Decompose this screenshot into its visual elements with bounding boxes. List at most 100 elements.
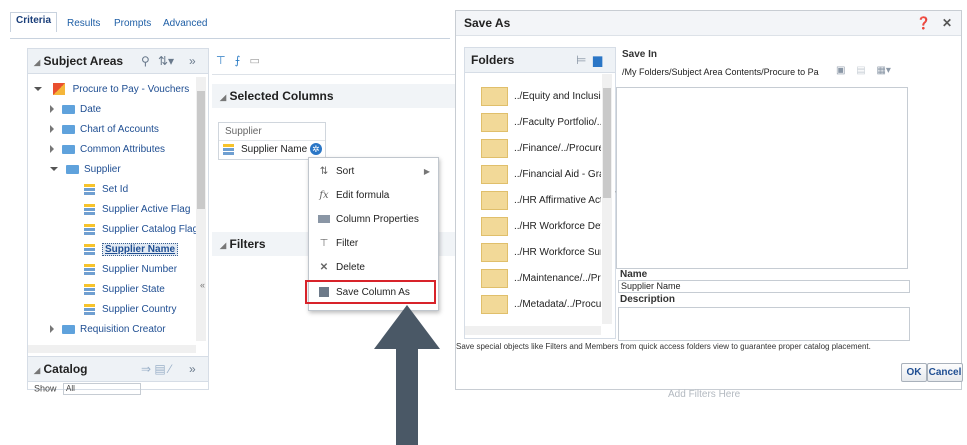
catalog-show-select[interactable]: All — [63, 383, 142, 395]
folder-icon — [481, 268, 508, 288]
tree-column-set-id[interactable]: Set Id — [84, 181, 128, 199]
properties-toolbar-icon[interactable]: ▭ — [249, 55, 259, 67]
save-icon — [317, 281, 331, 305]
tree-column-supplier-number[interactable]: Supplier Number — [84, 261, 177, 279]
column-group-label: Supplier — [219, 123, 325, 141]
close-icon[interactable]: ✕ — [942, 11, 952, 35]
tree-horizontal-scrollbar[interactable] — [28, 345, 196, 353]
folder-icon — [481, 112, 508, 132]
new-folder-icon[interactable]: ▣ — [836, 65, 845, 76]
folder-item[interactable]: ../Financial Aid - Grad — [481, 164, 601, 186]
criteria-tab-bar: Criteria Results Prompts Advanced — [10, 12, 450, 39]
name-input[interactable]: Supplier Name — [618, 280, 910, 293]
expand-icon[interactable] — [34, 87, 42, 92]
menu-item-column-properties[interactable]: Column Properties — [309, 208, 438, 232]
tree-item-date[interactable]: Date — [50, 101, 101, 119]
tree-column-supplier-name[interactable]: Supplier Name — [84, 241, 179, 259]
collapse-icon[interactable]: ◢ — [34, 366, 40, 375]
gear-icon[interactable]: ✲ — [309, 143, 322, 156]
folder-item[interactable]: ../Maintenance/../Proce — [481, 268, 601, 290]
expand-icon[interactable] — [50, 125, 54, 134]
folder-item[interactable]: ../HR Affirmative Actio — [481, 190, 601, 212]
tree-item-procure-to-pay[interactable]: Procure to Pay - Vouchers — [34, 81, 189, 99]
tree-column-supplier-active-flag[interactable]: Supplier Active Flag — [84, 201, 190, 219]
view-options-icon[interactable]: ▦▾ — [876, 65, 890, 76]
menu-item-edit-formula[interactable]: fx Edit formula — [309, 184, 438, 208]
tree-item-requisition-creator[interactable]: Requisition Creator — [50, 321, 166, 339]
menu-item-sort[interactable]: ⇅ Sort ▶ — [309, 160, 438, 184]
sort-icon[interactable]: ⇅▾ — [158, 49, 174, 73]
scrollbar-thumb[interactable] — [603, 88, 611, 198]
tree-item-common-attributes[interactable]: Common Attributes — [50, 141, 165, 159]
folders-header: Folders ⊨ ▆ — [465, 48, 615, 73]
menu-item-delete[interactable]: ✕ Delete — [309, 256, 438, 280]
search-icon[interactable]: ⚲ — [141, 49, 150, 73]
expand-right-icon[interactable]: » — [189, 357, 196, 381]
cancel-button[interactable]: Cancel — [927, 363, 963, 382]
expand-icon[interactable] — [50, 105, 54, 114]
folder-item[interactable]: ../HR Workforce Summ — [481, 242, 601, 264]
save-in-toolbar: ▣ ▤ ▦▾ — [836, 65, 891, 76]
save-in-path[interactable]: /My Folders/Subject Area Contents/Procur… — [622, 65, 832, 79]
ok-button[interactable]: OK — [901, 363, 927, 382]
expand-right-icon[interactable]: » — [189, 49, 196, 73]
folder-icon — [62, 124, 75, 134]
catalog-toolbar-icons[interactable]: ⇒ ▤ ⁄ — [141, 357, 171, 381]
tree-item-supplier[interactable]: Supplier — [50, 161, 121, 179]
column-icon — [84, 203, 95, 215]
tree-column-supplier-state[interactable]: Supplier State — [84, 281, 165, 299]
help-icon[interactable]: ❓ — [916, 11, 931, 35]
folders-horizontal-scrollbar[interactable] — [465, 326, 601, 335]
selected-columns-header: ◢ Selected Columns — [212, 84, 460, 108]
new-folder-icon[interactable]: ▆ — [593, 48, 602, 72]
collapse-icon[interactable]: ◢ — [220, 241, 226, 250]
folder-item[interactable]: ../HR Workforce Detail — [481, 216, 601, 238]
subject-tree: Procure to Pay - Vouchers Date Chart of … — [28, 75, 196, 345]
folder-item[interactable]: ../Equity and Inclusion — [481, 86, 601, 108]
tree-column-supplier-catalog-flag[interactable]: Supplier Catalog Flag — [84, 221, 196, 239]
splitter-handle[interactable]: « — [200, 280, 208, 294]
menu-item-filter[interactable]: ⊤ Filter — [309, 232, 438, 256]
tab-advanced[interactable]: Advanced — [163, 18, 207, 29]
save-as-dialog: Save As ❓ ✕ Folders ⊨ ▆ ../Equity and In… — [455, 10, 963, 390]
folder-tree-icon[interactable]: ⊨ — [576, 48, 586, 72]
tab-prompts[interactable]: Prompts — [114, 18, 151, 29]
folder-contents-area[interactable] — [616, 87, 908, 269]
folder-icon — [62, 324, 75, 334]
folder-item[interactable]: ../Metadata/../Procure — [481, 294, 601, 316]
dialog-note: Save special objects like Filters and Me… — [456, 342, 871, 351]
arrow-shape — [374, 305, 440, 445]
column-icon — [84, 223, 95, 235]
collapse-icon[interactable]: ◢ — [220, 93, 226, 102]
column-context-menu: ⇅ Sort ▶ fx Edit formula Column Properties… — [305, 157, 439, 311]
properties-icon — [317, 208, 331, 232]
delete-folder-icon[interactable]: ▤ — [856, 65, 865, 76]
menu-item-save-column-as[interactable]: Save Column As — [305, 280, 436, 304]
folder-item[interactable]: ../Finance/../Procure tc — [481, 138, 601, 160]
folder-icon — [481, 190, 508, 210]
formula-icon: fx — [319, 190, 329, 201]
column-icon — [84, 283, 95, 295]
filter-toolbar-icon[interactable]: ⊤ — [216, 55, 226, 67]
scrollbar-thumb[interactable] — [197, 91, 205, 209]
tree-column-supplier-country[interactable]: Supplier Country — [84, 301, 176, 319]
tree-scrollbar[interactable] — [196, 77, 206, 341]
folder-icon — [481, 294, 508, 314]
description-textarea[interactable] — [618, 307, 910, 341]
folder-item[interactable]: ../Faculty Portfolio/../P — [481, 112, 601, 134]
column-toolbar: ⊤ ⨍ ▭ — [216, 54, 260, 67]
formula-toolbar-icon[interactable]: ⨍ — [235, 55, 241, 67]
collapse-icon[interactable] — [50, 167, 58, 172]
add-filters-placeholder: Add Filters Here — [668, 389, 741, 400]
tab-results[interactable]: Results — [67, 18, 100, 29]
column-icon — [84, 243, 95, 255]
expand-icon[interactable] — [50, 145, 54, 154]
tree-item-chart-of-accounts[interactable]: Chart of Accounts — [50, 121, 159, 139]
folders-panel: Folders ⊨ ▆ ../Equity and Inclusion ../F… — [464, 47, 616, 339]
tab-criteria[interactable]: Criteria — [10, 12, 58, 32]
expand-icon[interactable] — [50, 325, 54, 334]
collapse-icon[interactable]: ◢ — [34, 58, 40, 67]
folder-icon — [481, 138, 508, 158]
folders-scrollbar[interactable] — [602, 74, 612, 324]
selected-column-group[interactable]: Supplier Supplier Name ✲ — [218, 122, 326, 160]
